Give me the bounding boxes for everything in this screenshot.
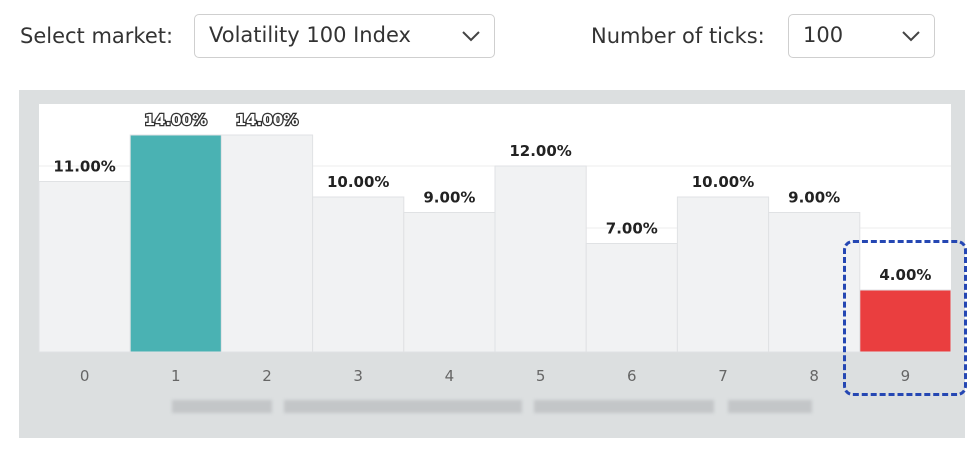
tick-label-6: 6 (627, 367, 637, 385)
data-label-7: 10.00% (692, 173, 754, 191)
data-label-1: 14.00% (145, 111, 207, 129)
bar-digit-4 (403, 212, 496, 353)
bar-digit-5 (494, 165, 587, 353)
chevron-down-icon (902, 31, 920, 42)
data-label-6: 7.00% (606, 220, 658, 238)
bar-digit-2 (220, 134, 314, 353)
tick-label-0: 0 (80, 367, 90, 385)
tick-label-1: 1 (171, 367, 181, 385)
tick-label-2: 2 (262, 367, 272, 385)
tick-label-3: 3 (353, 367, 363, 385)
ticks-select[interactable]: 100 (788, 14, 935, 58)
tick-label-8: 8 (809, 367, 819, 385)
market-select-value: Volatility 100 Index (209, 23, 411, 47)
tick-label-7: 7 (718, 367, 728, 385)
bar-digit-7 (676, 196, 770, 353)
data-label-8: 9.00% (788, 189, 840, 207)
bar-digit-3 (312, 196, 405, 353)
blurred-caption (172, 400, 812, 416)
data-label-5: 12.00% (509, 142, 571, 160)
tick-label-5: 5 (536, 367, 546, 385)
tick-label-4: 4 (445, 367, 455, 385)
bar-digit-0 (38, 181, 131, 353)
ticks-select-value: 100 (803, 23, 844, 47)
chevron-down-icon (462, 31, 480, 42)
data-label-0: 11.00% (53, 158, 115, 176)
data-label-4: 9.00% (423, 189, 475, 207)
bar-digit-1 (129, 134, 222, 353)
market-select[interactable]: Volatility 100 Index (194, 14, 495, 58)
bar-digit-6 (585, 243, 678, 353)
digit-stats-panel: 11.00% 14.00% 14.00% 10.00% 9.00% 12.00% 7.00%… (19, 90, 965, 438)
digit-distribution-chart: 11.00% 14.00% 14.00% 10.00% 9.00% 12.00% 7.00%… (38, 104, 952, 385)
data-label-2: 14.00% (236, 111, 298, 129)
data-label-3: 10.00% (327, 173, 389, 191)
number-of-ticks-label: Number of ticks: (591, 24, 765, 48)
highlight-box (843, 240, 967, 396)
select-market-label: Select market: (20, 24, 174, 48)
